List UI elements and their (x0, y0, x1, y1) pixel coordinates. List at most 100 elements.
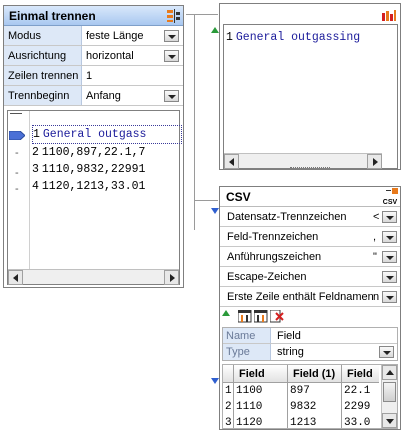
csv-format-icon[interactable]: CSV (380, 188, 400, 206)
row-divider (220, 246, 400, 247)
scroll-left-button[interactable] (224, 154, 239, 169)
scroll-right-button[interactable] (367, 154, 382, 169)
modus-dropdown-button[interactable] (164, 30, 179, 42)
feld-trennzeichen-value[interactable]: , (373, 231, 376, 243)
erste-zeile-feldnamen-dropdown[interactable] (382, 291, 397, 303)
column-header[interactable]: Field (239, 368, 265, 380)
delete-field-icon[interactable] (269, 309, 284, 323)
csv-output-connector-icon[interactable] (211, 208, 219, 214)
split-marker[interactable] (10, 113, 22, 114)
grid-output-connector-icon[interactable] (211, 378, 219, 384)
preview-panel: 1 General outgassing (219, 3, 401, 170)
csv-data-grid[interactable]: Field Field (1) Field 1 1100 897 22.1 2 … (222, 364, 398, 429)
connector-line-top (186, 14, 218, 15)
connector-line-right (194, 14, 195, 230)
append-field-icon[interactable] (237, 309, 252, 323)
split-properties: Modus feste Länge Ausrichtung horizontal… (4, 26, 183, 106)
split-mode-icon[interactable] (167, 9, 180, 23)
modus-value[interactable]: feste Länge (86, 30, 144, 42)
connector-line-csv (194, 200, 218, 201)
preview-line: 1 General outgassing (226, 31, 361, 44)
line-gutter: - - - (8, 111, 30, 269)
text-line: 2 1100,897,22.1,7 (32, 146, 146, 159)
datensatz-trennzeichen-label: Datensatz-Trennzeichen (227, 211, 347, 223)
split-horizontal-scrollbar[interactable] (8, 269, 179, 285)
preview-resize-grip[interactable] (290, 167, 330, 170)
field-properties: Name Field Type string (222, 327, 398, 361)
grid-cell[interactable]: 33.0 (344, 417, 370, 428)
grid-cell[interactable]: 897 (290, 385, 310, 397)
row-number: 3 (225, 417, 232, 429)
csv-header: CSV CSV (220, 187, 400, 207)
field-input-connector-icon[interactable] (222, 310, 230, 316)
grid-cell[interactable]: 22.1 (344, 385, 370, 397)
scroll-thumb[interactable] (383, 382, 396, 402)
table-row: 3 1120 1213 33.0 (223, 417, 379, 429)
ausrichtung-value[interactable]: horizontal (86, 50, 134, 62)
insert-field-icon[interactable] (253, 309, 268, 323)
field-type-value[interactable]: string (277, 346, 304, 358)
anfuehrungszeichen-value[interactable]: " (373, 251, 377, 263)
zeilen-trennen-input[interactable]: 1 (86, 70, 92, 82)
text-line: 3 1110,9832,22991 (32, 163, 146, 176)
table-row: 1 1100 897 22.1 (223, 385, 379, 400)
text-line: 4 1120,1213,33.01 (32, 180, 146, 193)
grid-vertical-scrollbar[interactable] (381, 365, 397, 428)
csv-title: CSV (226, 190, 251, 204)
feld-trennzeichen-dropdown[interactable] (382, 231, 397, 243)
anfuehrungszeichen-dropdown[interactable] (382, 251, 397, 263)
preview-input-connector-icon[interactable] (211, 27, 219, 33)
grid-cell[interactable]: 1120 (236, 417, 262, 428)
row-divider (4, 45, 183, 46)
modus-label: Modus (8, 30, 42, 42)
field-name-label: Name (226, 330, 256, 342)
split-panel: Einmal trennen Modus feste Länge Ausrich… (3, 5, 184, 288)
split-panel-title: Einmal trennen (9, 9, 96, 23)
split-text-area[interactable]: - - - 1 General outgass 2 1100,897,22.1,7 … (7, 110, 182, 285)
field-type-dropdown[interactable] (379, 346, 394, 358)
field-toolbar (220, 308, 400, 326)
erste-zeile-feldnamen-value[interactable]: n (373, 291, 379, 303)
preview-text-area[interactable]: 1 General outgassing (223, 24, 398, 169)
escape-zeichen-dropdown[interactable] (382, 271, 397, 283)
grid-cell[interactable]: 9832 (290, 401, 316, 413)
row-divider (4, 105, 183, 106)
grid-cell[interactable]: 1100 (236, 385, 262, 397)
datensatz-trennzeichen-dropdown[interactable] (382, 211, 397, 223)
trennbeginn-dropdown-button[interactable] (164, 90, 179, 102)
preview-horizontal-scrollbar[interactable] (224, 153, 382, 169)
scroll-right-button[interactable] (164, 270, 179, 285)
scroll-down-button[interactable] (382, 413, 397, 428)
trennbeginn-value[interactable]: Anfang (86, 90, 121, 102)
column-header[interactable]: Field (1) (293, 368, 335, 380)
field-type-label: Type (226, 346, 250, 358)
grid-cell[interactable]: 2299 (344, 401, 370, 413)
datensatz-trennzeichen-value[interactable]: < (373, 211, 379, 223)
zeilen-trennen-label: Zeilen trennen (8, 70, 79, 82)
anfuehrungszeichen-label: Anführungszeichen (227, 251, 322, 263)
row-divider (223, 343, 397, 344)
escape-zeichen-label: Escape-Zeichen (227, 271, 307, 283)
erste-zeile-feldnamen-label: Erste Zeile enthält Feldnamen (227, 291, 374, 303)
scroll-left-button[interactable] (8, 270, 23, 285)
text-line: 1 General outgass (32, 125, 182, 144)
split-position-arrow-icon[interactable] (8, 130, 26, 141)
feld-trennzeichen-label: Feld-Trennzeichen (227, 231, 319, 243)
split-panel-header: Einmal trennen (4, 6, 183, 26)
grid-cell[interactable]: 1213 (290, 417, 316, 428)
table-row: 2 1110 9832 2299 (223, 401, 379, 416)
column-header[interactable]: Field (347, 368, 373, 380)
row-divider (4, 85, 183, 86)
row-divider (220, 286, 400, 287)
row-number: 1 (225, 385, 232, 397)
csv-properties: Datensatz-Trennzeichen < Feld-Trennzeich… (220, 207, 400, 307)
row-divider (4, 65, 183, 66)
field-name-input[interactable]: Field (277, 330, 301, 342)
row-divider (220, 226, 400, 227)
grid-cell[interactable]: 1110 (236, 401, 262, 413)
scroll-up-button[interactable] (382, 365, 397, 380)
ausrichtung-dropdown-button[interactable] (164, 50, 179, 62)
csv-panel: CSV CSV Datensatz-Trennzeichen < Feld-Tr… (219, 186, 401, 430)
preview-options-icon[interactable] (381, 9, 397, 21)
trennbeginn-label: Trennbeginn (8, 90, 70, 102)
